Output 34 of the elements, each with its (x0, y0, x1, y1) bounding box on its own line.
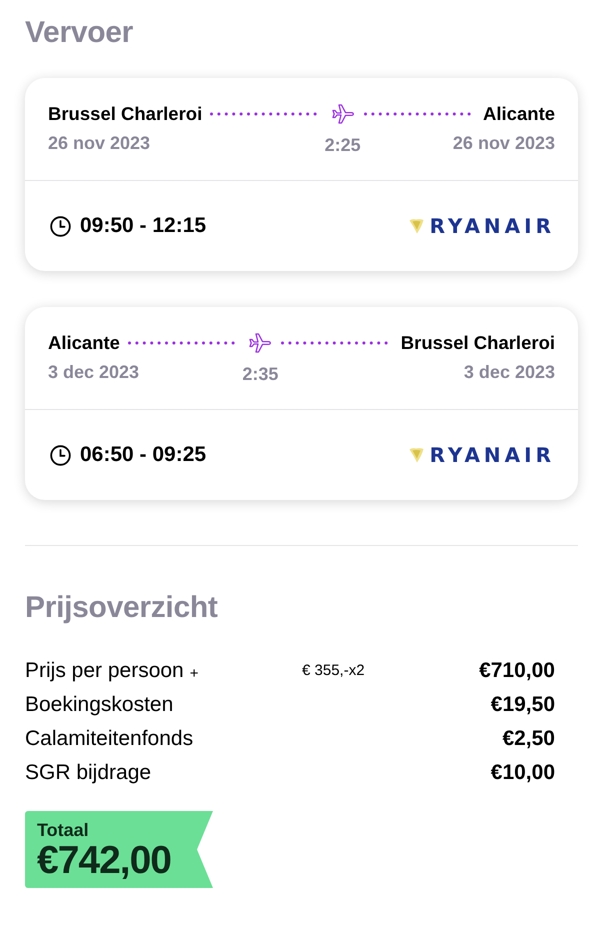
flight-duration: 2:35 (242, 363, 278, 385)
airline-logo-text: RYANAIR (430, 215, 555, 237)
arrival-date: 26 nov 2023 (452, 132, 555, 155)
destination-city: Brussel Charleroi (400, 331, 556, 355)
clock-icon (50, 216, 71, 236)
emblem-icon (408, 218, 424, 234)
airplane-icon (332, 104, 354, 124)
origin-city: Alicante (48, 331, 120, 355)
departure-date: 3 dec 2023 (48, 361, 140, 384)
flight-times: 06:50 - 09:25 (80, 442, 206, 468)
airline-logo-text: RYANAIR (430, 444, 555, 466)
origin-city: Brussel Charleroi (48, 102, 202, 126)
price-label: Prijs per persoon (25, 658, 184, 684)
arrival-date: 3 dec 2023 (464, 361, 555, 384)
expand-button[interactable]: + (190, 666, 199, 682)
section-heading: Prijsoverzicht (25, 590, 219, 626)
price-amount: €2,50 (502, 726, 555, 752)
departure-date: 26 nov 2023 (48, 132, 150, 155)
price-label: Boekingskosten (25, 692, 174, 718)
flight-duration: 2:25 (324, 134, 361, 156)
total-amount: €742,00 (37, 840, 171, 882)
price-amount: €710,00 (479, 658, 555, 684)
flight-times: 09:50 - 12:15 (80, 213, 206, 240)
price-label: Calamiteitenfonds (25, 726, 194, 752)
section-heading: Vervoer (25, 15, 134, 51)
destination-city: Alicante (483, 102, 556, 126)
airplane-icon (249, 333, 272, 353)
price-amount: €10,00 (490, 760, 555, 786)
price-amount: €19,50 (490, 692, 555, 718)
emblem-icon (408, 447, 424, 463)
clock-icon (50, 444, 71, 466)
price-label: SGR bijdrage (25, 760, 152, 786)
total-label: Totaal (37, 820, 89, 840)
price-detail: € 355,-x2 (302, 662, 365, 679)
